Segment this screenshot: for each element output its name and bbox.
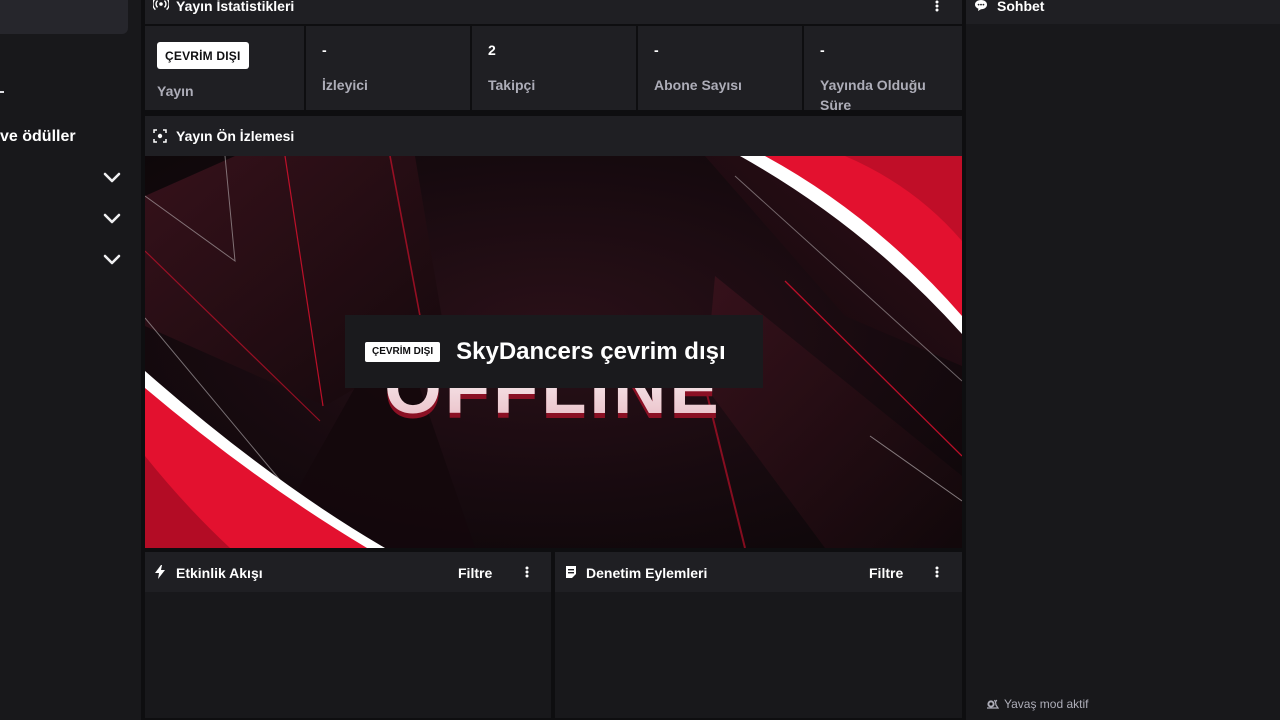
chat-header: Sohbet (966, 0, 1280, 24)
mod-actions-header: Denetim Eylemleri Filtre (555, 552, 962, 592)
stat-subscribers: - Abone Sayısı (638, 26, 802, 110)
stream-preview-title: Yayın Ön İzlemesi (176, 128, 295, 144)
stream-preview-header: Yayın Ön İzlemesi (145, 116, 962, 156)
stat-value: - (820, 42, 825, 58)
stream-stats-header: Yayın İstatistikleri (145, 0, 962, 24)
stat-uptime: - Yayında Olduğu Süre (804, 26, 962, 113)
activity-feed-header: Etkinlik Akışı Filtre (145, 552, 551, 592)
stat-followers: 2 Takipçi (472, 26, 636, 110)
channel-offline-text: SkyDancers çevrim dışı (456, 337, 726, 365)
mod-actions-panel: Denetim Eylemleri Filtre (555, 552, 962, 718)
offline-badge: ÇEVRİM DIŞI (157, 42, 249, 69)
stat-value: - (654, 42, 659, 58)
stream-stats-panel: Yayın İstatistikleri ÇEVRİM DIŞI Yayın -… (145, 0, 962, 113)
slow-mode-text: Yavaş mod aktif (1004, 697, 1089, 711)
stat-value: - (322, 42, 327, 58)
stream-stats-title: Yayın İstatistikleri (176, 0, 295, 14)
stat-label: Takipçi (488, 77, 536, 93)
chat-bubble-icon (974, 0, 988, 12)
stat-value: 2 (488, 42, 496, 58)
broadcast-icon (153, 0, 169, 11)
filter-button[interactable]: Filtre (869, 565, 903, 581)
stream-preview-panel: Yayın Ön İzlemesi OFFLINE ÇEVRİM DIŞI Sk… (145, 116, 962, 548)
stat-viewers: - İzleyici (306, 26, 470, 110)
chat-panel: Sohbet (966, 0, 1280, 720)
left-sidebar: ve ödüller (0, 0, 141, 720)
filter-button[interactable]: Filtre (458, 565, 492, 581)
chevron-down-icon[interactable] (102, 250, 122, 270)
kebab-icon[interactable] (929, 564, 945, 580)
sidebar-bullet (0, 91, 4, 93)
lightning-icon (155, 565, 165, 579)
slow-mode-indicator: Yavaş mod aktif (986, 697, 1088, 711)
sidebar-rewards-label[interactable]: ve ödüller (0, 128, 76, 146)
kebab-icon[interactable] (519, 564, 535, 580)
offline-badge: ÇEVRİM DIŞI (365, 341, 441, 362)
sidebar-active-item[interactable] (0, 0, 128, 34)
activity-feed-title: Etkinlik Akışı (176, 565, 263, 581)
stat-label: Yayında Olduğu Süre (820, 77, 926, 113)
stat-label: İzleyici (322, 77, 368, 93)
stat-label: Abone Sayısı (654, 77, 742, 93)
kebab-icon[interactable] (929, 0, 945, 14)
chat-title: Sohbet (997, 0, 1045, 14)
document-icon (565, 565, 577, 579)
chevron-down-icon[interactable] (102, 209, 122, 229)
preview-icon (153, 129, 167, 143)
offline-status-card: ÇEVRİM DIŞI SkyDancers çevrim dışı (345, 315, 763, 388)
stat-label: Yayın (157, 83, 194, 99)
activity-feed-panel: Etkinlik Akışı Filtre (145, 552, 551, 718)
stats-row: ÇEVRİM DIŞI Yayın - İzleyici 2 Takipçi -… (145, 26, 962, 113)
stream-preview-frame[interactable]: OFFLINE OFFLINE ÇEVRİM DIŞI SkyDancers ç… (145, 156, 962, 548)
mod-actions-title: Denetim Eylemleri (586, 565, 708, 581)
stat-stream-status: ÇEVRİM DIŞI Yayın (145, 26, 304, 110)
snail-icon (986, 699, 999, 709)
chevron-down-icon[interactable] (102, 168, 122, 188)
